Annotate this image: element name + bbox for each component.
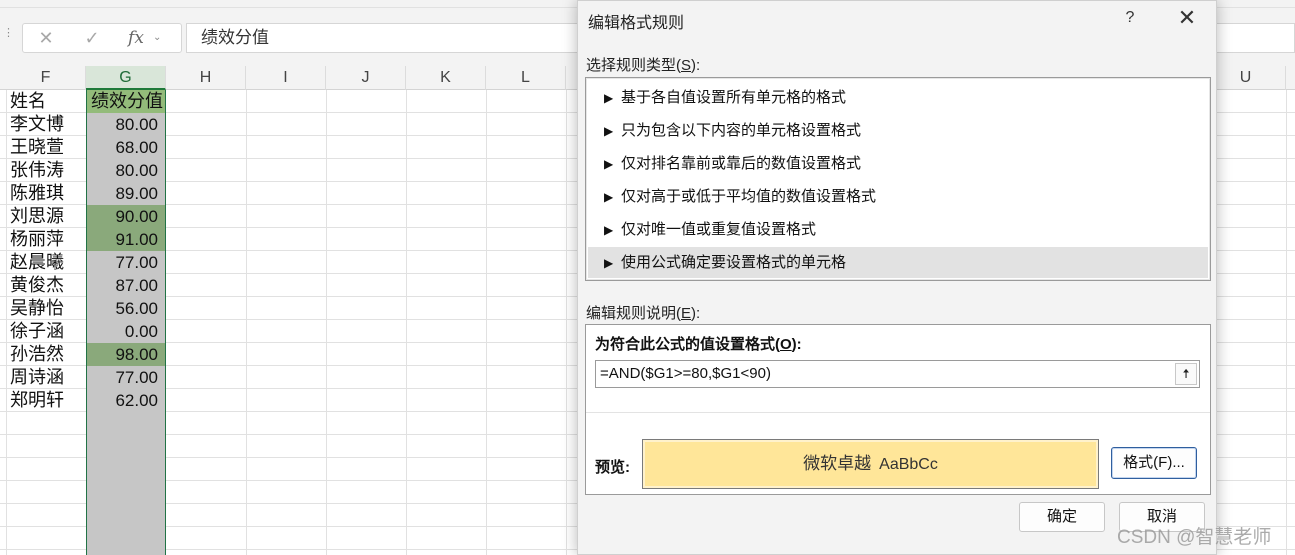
select-rule-type-text: 选择规则类型( xyxy=(586,57,681,74)
name-cell[interactable]: 徐子涵 xyxy=(10,320,86,343)
edit-format-rule-dialog: 编辑格式规则 ? ✕ 选择规则类型(S): ▶ 基于各自值设置所有单元格的格式 ▶… xyxy=(577,0,1217,555)
column-header-i[interactable]: I xyxy=(246,66,326,90)
chevron-down-icon[interactable]: ⌄ xyxy=(153,26,169,50)
formula-input[interactable]: 绩效分值 xyxy=(186,23,586,53)
rule-description-panel: 为符合此公式的值设置格式(O): =AND($G1>=80,$G1<90) 🠅 … xyxy=(585,324,1211,495)
name-cell[interactable]: 黄俊杰 xyxy=(10,274,86,297)
score-cell-highlighted[interactable]: 98.00 xyxy=(87,343,165,366)
rule-type-item[interactable]: ▶ 仅对高于或低于平均值的数值设置格式 xyxy=(588,181,1208,212)
triangle-right-icon: ▶ xyxy=(604,190,614,204)
triangle-right-icon: ▶ xyxy=(604,157,614,171)
name-cell[interactable]: 张伟涛 xyxy=(10,159,86,182)
edit-desc-end: ): xyxy=(691,305,701,322)
score-cell[interactable]: 80.00 xyxy=(87,159,165,182)
rule-type-list[interactable]: ▶ 基于各自值设置所有单元格的格式 ▶ 只为包含以下内容的单元格设置格式 ▶ 仅对排名… xyxy=(585,77,1211,281)
formula-input-tail[interactable] xyxy=(1214,23,1295,53)
header-cell-score[interactable]: 绩效分值 xyxy=(87,90,165,113)
column-header-k[interactable]: K xyxy=(406,66,486,90)
excel-window: ⋮ ✕ ✓ fx ⌄ 绩效分值 F G H I J K L U 姓名 绩效分值 … xyxy=(0,0,1295,555)
score-cell[interactable]: 0.00 xyxy=(87,320,165,343)
score-cell[interactable]: 77.00 xyxy=(87,366,165,389)
gridline xyxy=(406,90,407,555)
edit-desc-text: 编辑规则说明( xyxy=(586,305,681,322)
cancel-icon[interactable]: ✕ xyxy=(33,26,59,50)
column-header-f[interactable]: F xyxy=(6,66,86,90)
gridline xyxy=(566,90,567,555)
column-header-j[interactable]: J xyxy=(326,66,406,90)
score-cell[interactable]: 68.00 xyxy=(87,136,165,159)
formula-input[interactable]: =AND($G1>=80,$G1<90) 🠅 xyxy=(595,360,1200,388)
name-cell[interactable]: 王晓萱 xyxy=(10,136,86,159)
grip-icon[interactable]: ⋮ xyxy=(3,28,14,44)
rule-type-item[interactable]: ▶ 仅对唯一值或重复值设置格式 xyxy=(588,214,1208,245)
name-cell[interactable]: 吴静怡 xyxy=(10,297,86,320)
preview-sample-zh: 微软卓越 xyxy=(803,454,872,473)
score-cell-highlighted[interactable]: 91.00 xyxy=(87,228,165,251)
preview-label: 预览: xyxy=(595,459,630,476)
select-rule-type-label: 选择规则类型(S): xyxy=(586,54,700,75)
gridline xyxy=(326,90,327,555)
dialog-title: 编辑格式规则 xyxy=(588,15,685,32)
formula-text: =AND($G1>=80,$G1<90) xyxy=(600,365,771,382)
rule-type-item[interactable]: ▶ 仅对排名靠前或靠后的数值设置格式 xyxy=(588,148,1208,179)
rule-type-label: 仅对排名靠前或靠后的数值设置格式 xyxy=(621,155,862,172)
format-values-label: 为符合此公式的值设置格式(O): xyxy=(595,333,802,354)
close-icon[interactable]: ✕ xyxy=(1174,6,1200,30)
rule-type-label: 只为包含以下内容的单元格设置格式 xyxy=(621,122,862,139)
triangle-right-icon: ▶ xyxy=(604,124,614,138)
rule-type-label: 基于各自值设置所有单元格的格式 xyxy=(621,89,847,106)
triangle-right-icon: ▶ xyxy=(604,256,614,270)
column-header-h[interactable]: H xyxy=(166,66,246,90)
name-cell[interactable]: 郑明轩 xyxy=(10,389,86,412)
format-button[interactable]: 格式(F)... xyxy=(1111,447,1197,479)
formula-buttons: ✕ ✓ fx ⌄ xyxy=(22,23,182,53)
collapse-dialog-icon[interactable]: 🠅 xyxy=(1175,363,1197,385)
column-header-u[interactable]: U xyxy=(1206,66,1286,90)
column-header-g[interactable]: G xyxy=(86,66,166,90)
name-cell[interactable]: 李文博 xyxy=(10,113,86,136)
score-cell[interactable]: 56.00 xyxy=(87,297,165,320)
format-values-key: O xyxy=(780,336,792,353)
rule-type-item-selected[interactable]: ▶ 使用公式确定要设置格式的单元格 xyxy=(588,247,1208,278)
score-cell[interactable]: 62.00 xyxy=(87,389,165,412)
score-cell[interactable]: 87.00 xyxy=(87,274,165,297)
edit-desc-key: E xyxy=(681,305,692,322)
gridline xyxy=(1286,90,1287,555)
rule-type-label: 仅对唯一值或重复值设置格式 xyxy=(621,221,817,238)
divider xyxy=(586,412,1210,413)
rule-type-item[interactable]: ▶ 只为包含以下内容的单元格设置格式 xyxy=(588,115,1208,146)
name-cell[interactable]: 陈雅琪 xyxy=(10,182,86,205)
name-cell[interactable]: 赵晨曦 xyxy=(10,251,86,274)
rule-type-label: 仅对高于或低于平均值的数值设置格式 xyxy=(621,188,877,205)
gridline xyxy=(486,90,487,555)
edit-rule-description-label: 编辑规则说明(E): xyxy=(586,302,700,323)
name-cell[interactable]: 杨丽萍 xyxy=(10,228,86,251)
rule-type-item[interactable]: ▶ 基于各自值设置所有单元格的格式 xyxy=(588,82,1208,113)
preview-sample-en: AaBbCc xyxy=(879,456,938,473)
format-values-text: 为符合此公式的值设置格式( xyxy=(595,336,780,353)
watermark: CSDN @智慧老师 xyxy=(1117,527,1272,548)
enter-icon[interactable]: ✓ xyxy=(79,26,105,50)
name-cell[interactable]: 刘思源 xyxy=(10,205,86,228)
name-cell[interactable]: 周诗涵 xyxy=(10,366,86,389)
select-rule-type-end: ): xyxy=(691,57,701,74)
ok-button[interactable]: 确定 xyxy=(1019,502,1105,532)
format-preview: 微软卓越 AaBbCc xyxy=(642,439,1099,489)
gridline xyxy=(246,90,247,555)
score-cell-highlighted[interactable]: 90.00 xyxy=(87,205,165,228)
insert-function-icon[interactable]: fx xyxy=(123,26,149,50)
header-cell-name[interactable]: 姓名 xyxy=(10,90,86,113)
score-cell[interactable]: 89.00 xyxy=(87,182,165,205)
triangle-right-icon: ▶ xyxy=(604,91,614,105)
name-cell[interactable]: 孙浩然 xyxy=(10,343,86,366)
score-cell[interactable]: 77.00 xyxy=(87,251,165,274)
triangle-right-icon: ▶ xyxy=(604,223,614,237)
help-icon[interactable]: ? xyxy=(1118,6,1142,30)
gridline xyxy=(6,90,7,555)
format-values-end: ): xyxy=(791,336,802,353)
select-rule-type-key: S xyxy=(681,57,692,74)
column-header-l[interactable]: L xyxy=(486,66,566,90)
rule-type-label: 使用公式确定要设置格式的单元格 xyxy=(621,254,847,271)
score-cell[interactable]: 80.00 xyxy=(87,113,165,136)
